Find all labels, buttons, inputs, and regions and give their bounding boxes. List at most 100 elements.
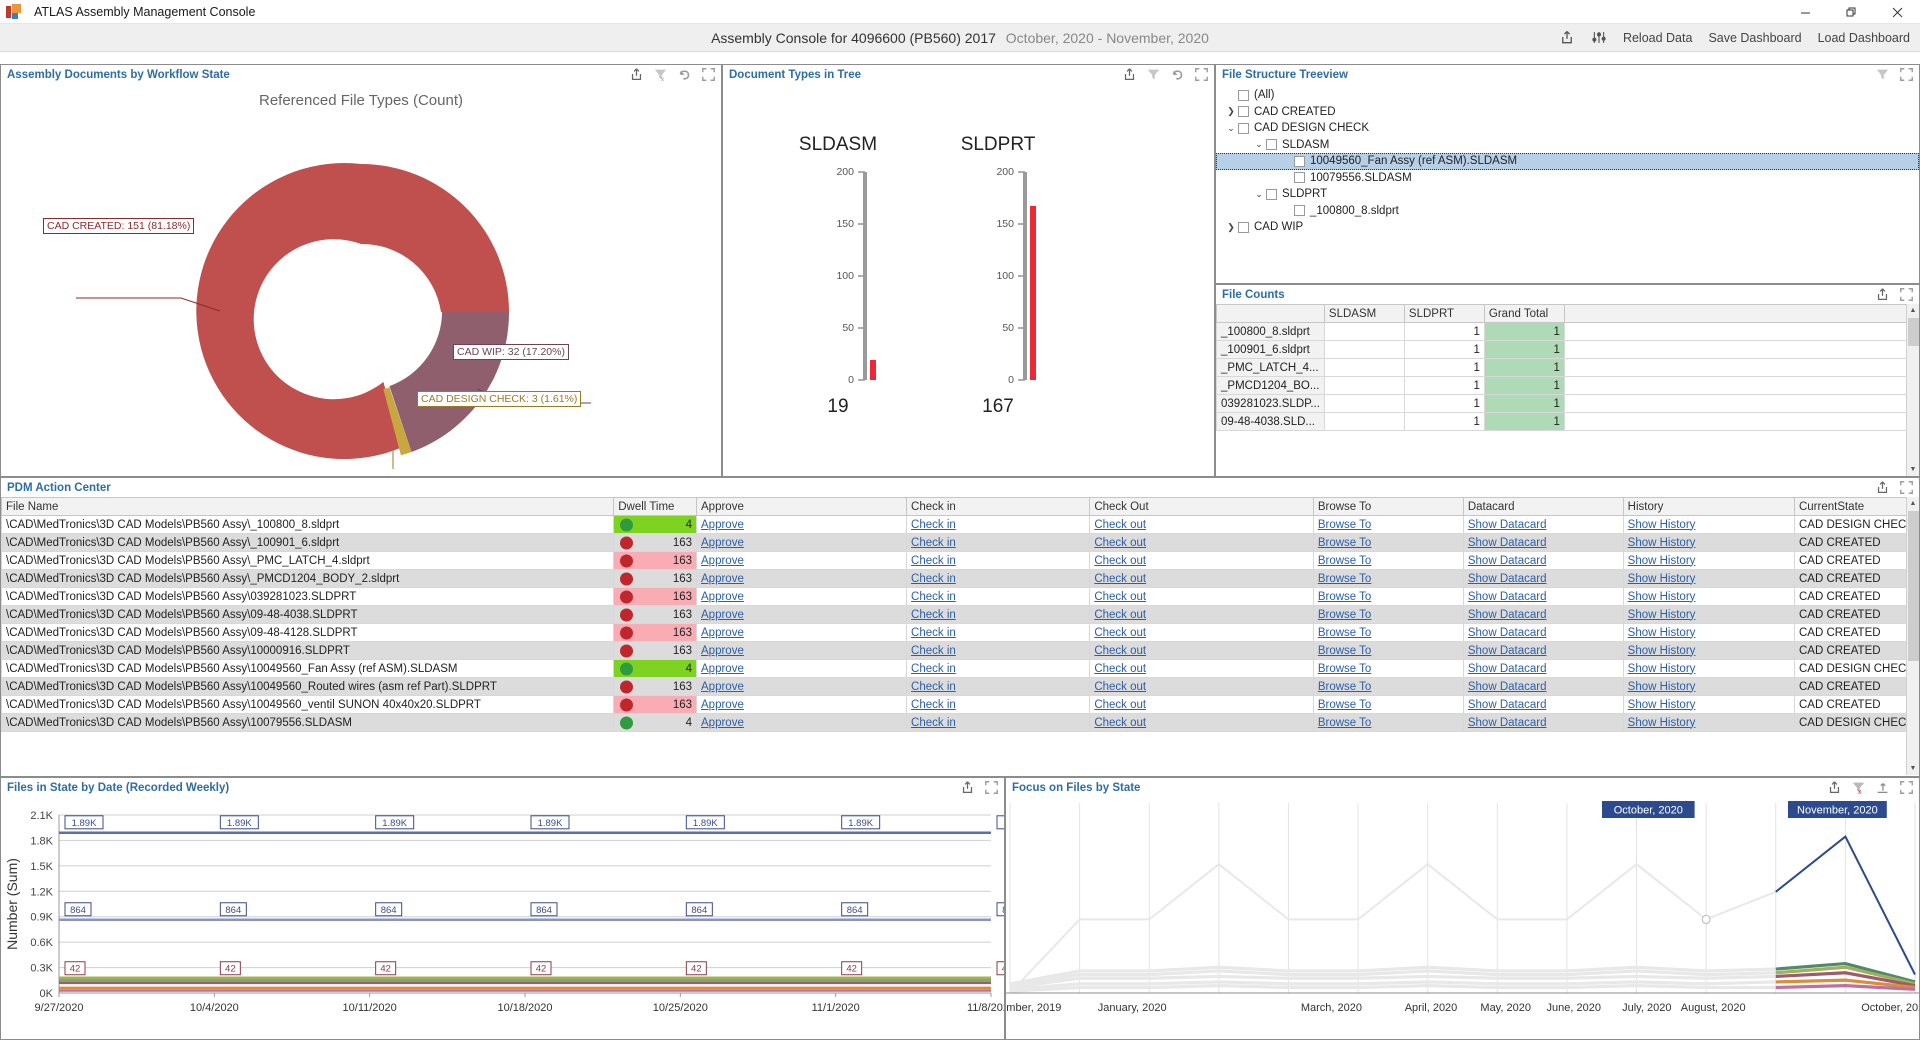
chevron-right-icon[interactable]: ❯ bbox=[1224, 106, 1238, 117]
table-row[interactable]: \CAD\MedTronics\3D CAD Models\PB560 Assy… bbox=[2, 516, 1919, 534]
table-row[interactable]: \CAD\MedTronics\3D CAD Models\PB560 Assy… bbox=[2, 624, 1919, 642]
expand-fullscreen-icon[interactable] bbox=[983, 780, 999, 796]
check-out-link[interactable]: Check out bbox=[1094, 609, 1146, 621]
approve-link[interactable]: Approve bbox=[701, 627, 744, 639]
tree-item[interactable]: ⌄SLDPRT bbox=[1216, 186, 1919, 203]
browse-to-link[interactable]: Browse To bbox=[1318, 717, 1371, 729]
show-history-link[interactable]: Show History bbox=[1628, 591, 1696, 603]
show-history-link[interactable]: Show History bbox=[1628, 573, 1696, 585]
file-counts-scrollbar[interactable]: ▲ ▼ bbox=[1906, 304, 1919, 476]
tree-checkbox[interactable] bbox=[1266, 139, 1277, 150]
clear-filter-icon[interactable] bbox=[1145, 67, 1161, 83]
expand-fullscreen-icon[interactable] bbox=[1193, 67, 1209, 83]
pdm-column-header[interactable]: Approve bbox=[697, 498, 907, 516]
browse-to-link[interactable]: Browse To bbox=[1318, 645, 1371, 657]
show-datacard-link[interactable]: Show Datacard bbox=[1468, 699, 1547, 711]
scroll-up-arrow-icon[interactable]: ▲ bbox=[1907, 304, 1919, 317]
browse-to-link[interactable]: Browse To bbox=[1318, 681, 1371, 693]
check-in-link[interactable]: Check in bbox=[911, 717, 956, 729]
clear-filter-icon[interactable] bbox=[1874, 67, 1890, 83]
show-history-link[interactable]: Show History bbox=[1628, 555, 1696, 567]
export-icon[interactable] bbox=[1874, 480, 1890, 496]
pdm-scrollbar[interactable]: ▲ ▼ bbox=[1906, 497, 1919, 775]
check-in-link[interactable]: Check in bbox=[911, 699, 956, 711]
browse-to-link[interactable]: Browse To bbox=[1318, 591, 1371, 603]
file-counts-column-header[interactable] bbox=[1564, 305, 1918, 323]
check-in-link[interactable]: Check in bbox=[911, 627, 956, 639]
check-out-link[interactable]: Check out bbox=[1094, 627, 1146, 639]
check-out-link[interactable]: Check out bbox=[1094, 699, 1146, 711]
approve-link[interactable]: Approve bbox=[701, 591, 744, 603]
approve-link[interactable]: Approve bbox=[701, 717, 744, 729]
file-counts-column-header[interactable]: SLDASM bbox=[1324, 305, 1404, 323]
tree-item[interactable]: 10079556.SLDASM bbox=[1216, 170, 1919, 187]
scroll-down-arrow-icon[interactable]: ▼ bbox=[1907, 762, 1919, 775]
check-in-link[interactable]: Check in bbox=[911, 519, 956, 531]
tree-checkbox[interactable] bbox=[1294, 205, 1305, 216]
tree-checkbox[interactable] bbox=[1238, 123, 1249, 134]
tree-item[interactable]: ⌄CAD DESIGN CHECK bbox=[1216, 120, 1919, 137]
check-out-link[interactable]: Check out bbox=[1094, 645, 1146, 657]
check-out-link[interactable]: Check out bbox=[1094, 717, 1146, 729]
show-datacard-link[interactable]: Show Datacard bbox=[1468, 627, 1547, 639]
table-row[interactable]: \CAD\MedTronics\3D CAD Models\PB560 Assy… bbox=[2, 714, 1919, 732]
tree-item[interactable]: ❯CAD CREATED bbox=[1216, 104, 1919, 121]
expand-fullscreen-icon[interactable] bbox=[1898, 480, 1914, 496]
check-out-link[interactable]: Check out bbox=[1094, 519, 1146, 531]
table-row[interactable]: \CAD\MedTronics\3D CAD Models\PB560 Assy… bbox=[2, 570, 1919, 588]
check-in-link[interactable]: Check in bbox=[911, 591, 956, 603]
table-row[interactable]: \CAD\MedTronics\3D CAD Models\PB560 Assy… bbox=[2, 678, 1919, 696]
show-datacard-link[interactable]: Show Datacard bbox=[1468, 663, 1547, 675]
show-history-link[interactable]: Show History bbox=[1628, 519, 1696, 531]
tree-checkbox[interactable] bbox=[1266, 189, 1277, 200]
check-out-link[interactable]: Check out bbox=[1094, 555, 1146, 567]
table-row[interactable]: \CAD\MedTronics\3D CAD Models\PB560 Assy… bbox=[2, 534, 1919, 552]
table-row[interactable]: \CAD\MedTronics\3D CAD Models\PB560 Assy… bbox=[2, 642, 1919, 660]
table-row[interactable]: \CAD\MedTronics\3D CAD Models\PB560 Assy… bbox=[2, 606, 1919, 624]
chevron-down-icon[interactable]: ⌄ bbox=[1252, 139, 1266, 150]
tree-item[interactable]: 10049560_Fan Assy (ref ASM).SLDASM bbox=[1216, 153, 1919, 170]
browse-to-link[interactable]: Browse To bbox=[1318, 537, 1371, 549]
approve-link[interactable]: Approve bbox=[701, 537, 744, 549]
tree-item[interactable]: _100800_8.sldprt bbox=[1216, 203, 1919, 220]
show-datacard-link[interactable]: Show Datacard bbox=[1468, 573, 1547, 585]
expand-fullscreen-icon[interactable] bbox=[700, 67, 716, 83]
show-history-link[interactable]: Show History bbox=[1628, 699, 1696, 711]
tree-item[interactable]: ⌄SLDASM bbox=[1216, 137, 1919, 154]
show-datacard-link[interactable]: Show Datacard bbox=[1468, 717, 1547, 729]
browse-to-link[interactable]: Browse To bbox=[1318, 609, 1371, 621]
table-row[interactable]: _PMC_LATCH_4...11 bbox=[1217, 359, 1919, 377]
show-datacard-link[interactable]: Show Datacard bbox=[1468, 645, 1547, 657]
maximize-restore-button[interactable] bbox=[1828, 0, 1874, 24]
export-icon[interactable] bbox=[959, 780, 975, 796]
expand-fullscreen-icon[interactable] bbox=[1898, 67, 1914, 83]
pdm-column-header[interactable]: Check in bbox=[907, 498, 1090, 516]
expand-fullscreen-icon[interactable] bbox=[1898, 780, 1914, 796]
approve-link[interactable]: Approve bbox=[701, 555, 744, 567]
approve-link[interactable]: Approve bbox=[701, 645, 744, 657]
chevron-right-icon[interactable]: ❯ bbox=[1224, 222, 1238, 233]
pdm-column-header[interactable]: CurrentState bbox=[1794, 498, 1918, 516]
show-datacard-link[interactable]: Show Datacard bbox=[1468, 537, 1547, 549]
sort-icon[interactable] bbox=[1874, 780, 1890, 796]
browse-to-link[interactable]: Browse To bbox=[1318, 555, 1371, 567]
table-row[interactable]: _100800_8.sldprt11 bbox=[1217, 323, 1919, 341]
show-datacard-link[interactable]: Show Datacard bbox=[1468, 519, 1547, 531]
scrollbar-thumb[interactable] bbox=[1908, 511, 1919, 661]
tree-checkbox[interactable] bbox=[1294, 156, 1305, 167]
tree-item[interactable]: ❯CAD WIP bbox=[1216, 219, 1919, 236]
close-button[interactable] bbox=[1874, 0, 1920, 24]
show-datacard-link[interactable]: Show Datacard bbox=[1468, 609, 1547, 621]
file-counts-column-header[interactable] bbox=[1217, 305, 1325, 323]
check-out-link[interactable]: Check out bbox=[1094, 663, 1146, 675]
check-in-link[interactable]: Check in bbox=[911, 681, 956, 693]
approve-link[interactable]: Approve bbox=[701, 519, 744, 531]
scrollbar-thumb[interactable] bbox=[1908, 318, 1919, 346]
export-icon[interactable] bbox=[1874, 287, 1890, 303]
pdm-column-header[interactable]: Check Out bbox=[1090, 498, 1314, 516]
check-out-link[interactable]: Check out bbox=[1094, 537, 1146, 549]
check-in-link[interactable]: Check in bbox=[911, 645, 956, 657]
show-datacard-link[interactable]: Show Datacard bbox=[1468, 681, 1547, 693]
file-counts-column-header[interactable]: SLDPRT bbox=[1404, 305, 1484, 323]
browse-to-link[interactable]: Browse To bbox=[1318, 519, 1371, 531]
